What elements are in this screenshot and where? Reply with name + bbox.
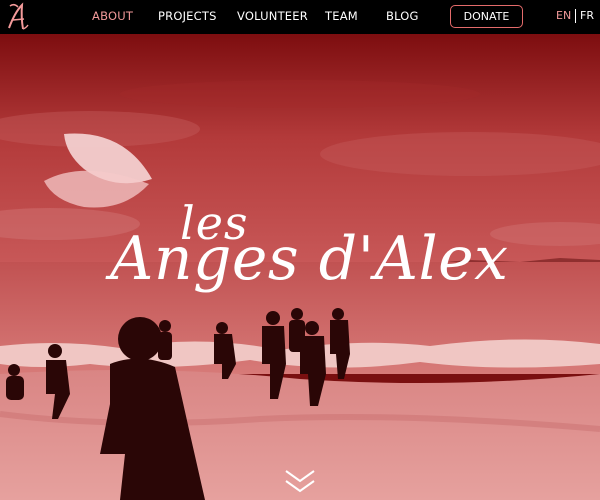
nav-projects[interactable]: PROJECTS [158, 9, 217, 23]
donate-button[interactable]: DONATE [450, 5, 523, 28]
nav-volunteer[interactable]: VOLUNTEER [237, 9, 308, 23]
top-navbar: ABOUT PROJECTS VOLUNTEER TEAM BLOG DONAT… [0, 0, 600, 34]
hero-title: Anges d'Alex [110, 224, 509, 294]
wing-icon [44, 133, 152, 208]
nav-blog[interactable]: BLOG [386, 9, 419, 23]
hero-banner: les Anges d'Alex [0, 34, 600, 500]
double-chevron-down-icon[interactable] [283, 467, 317, 497]
nav-team[interactable]: TEAM [325, 9, 358, 23]
nav-about[interactable]: ABOUT [92, 9, 133, 23]
lang-fr-link[interactable]: FR [580, 9, 594, 22]
angel-a-logo-icon[interactable] [6, 2, 32, 32]
lang-separator [575, 9, 576, 23]
lang-en-link[interactable]: EN [556, 9, 571, 22]
